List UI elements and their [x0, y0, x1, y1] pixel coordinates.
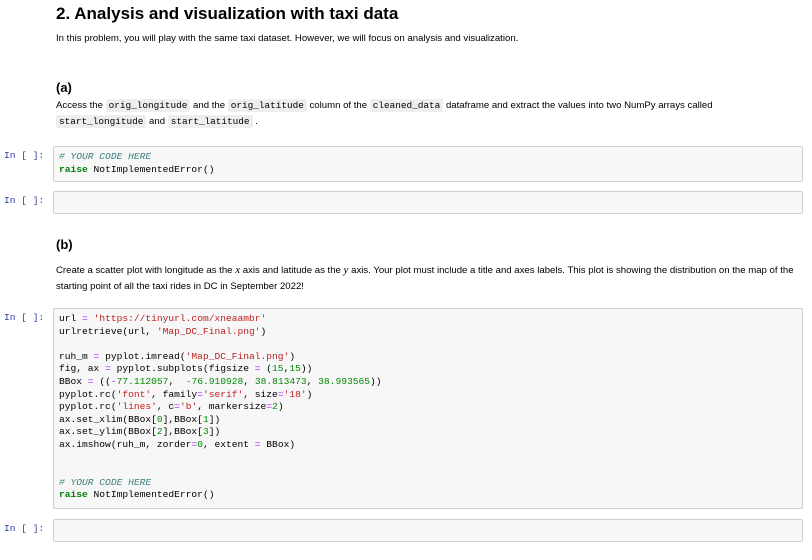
text-segment: and the	[190, 100, 228, 111]
inline-code: start_latitude	[167, 115, 253, 128]
code-token: pyplot.rc(	[59, 401, 117, 413]
inline-code: orig_longitude	[105, 99, 191, 112]
code-token: , family	[151, 388, 198, 400]
code-token: url	[59, 313, 83, 324]
cell-prompt: In [ ]:	[4, 150, 45, 161]
inline-code: orig_latitude	[227, 99, 307, 112]
code-token: '18'	[283, 388, 307, 400]
code-token: ax.set_ylim(BBox[	[59, 426, 157, 438]
code-token: raise	[59, 163, 88, 175]
code-token: 77.112057	[116, 375, 169, 387]
intro-text: In this problem, you will play with the …	[56, 33, 519, 44]
code-token: 'Map_DC_Final.png'	[185, 350, 290, 362]
code-token: 'Map_DC_Final.png'	[156, 325, 261, 337]
code-token: 15	[289, 363, 301, 375]
code-line: raise NotImplementedError()	[59, 489, 797, 502]
code-line: urlretrieve(url, 'Map_DC_Final.png')	[59, 326, 797, 339]
code-token: ))	[300, 363, 313, 375]
code-token: 38.813473	[254, 375, 307, 387]
code-token: )	[260, 325, 267, 337]
text-segment: dataframe and extract the values into tw…	[443, 100, 713, 111]
code-token: , c	[156, 401, 175, 413]
code-token: )	[277, 401, 284, 413]
code-token: ,	[168, 375, 186, 387]
code-token: ],BBox[	[162, 426, 203, 438]
code-editor[interactable]: # YOUR CODE HERE raise NotImplementedErro…	[59, 151, 797, 176]
code-token: NotImplementedError()	[87, 489, 215, 501]
code-editor[interactable]: url = 'https://tinyurl.com/xneaambr' urlr…	[59, 313, 797, 502]
code-token: pyplot.subplots(figsize	[110, 363, 255, 375]
code-token: # YOUR CODE HERE	[59, 476, 152, 488]
code-line: BBox = ((-77.112057, -76.910928, 38.8134…	[59, 376, 797, 389]
code-token: 38.993565	[318, 375, 370, 387]
code-token: raise	[59, 489, 88, 501]
code-token: 76.910928	[191, 375, 244, 387]
code-token: 'https://tinyurl.com/xneaambr'	[93, 313, 267, 324]
part-b-text: Create a scatter plot with longitude as …	[56, 262, 801, 295]
code-token: , size	[243, 388, 278, 400]
code-token: fig, ax	[59, 363, 106, 375]
code-token: ax.imshow(ruh_m, zorder	[59, 438, 192, 450]
code-line: ax.set_xlim(BBox[0],BBox[1])	[59, 414, 797, 427]
code-cell-1[interactable]: # YOUR CODE HERE raise NotImplementedErro…	[53, 146, 803, 182]
code-token: ,	[243, 375, 255, 387]
code-line: ax.set_ylim(BBox[2],BBox[3])	[59, 426, 797, 439]
code-cell-3[interactable]: url = 'https://tinyurl.com/xneaambr' urlr…	[53, 308, 803, 509]
code-token: pyplot.rc(	[59, 388, 117, 400]
code-line: fig, ax = pyplot.subplots(figsize = (15,…	[59, 363, 797, 376]
code-token: )	[306, 388, 313, 400]
code-token: ))	[370, 375, 382, 387]
part-b-heading: (b)	[56, 237, 73, 252]
code-token: ],BBox[	[162, 413, 203, 425]
cell-prompt: In [ ]:	[4, 523, 45, 534]
code-token: urlretrieve(url,	[59, 325, 157, 337]
text-segment: and	[146, 116, 168, 127]
code-line: raise NotImplementedError()	[59, 164, 797, 177]
code-token: ax.set_xlim(BBox[	[59, 413, 157, 425]
code-token: 'font'	[116, 388, 152, 400]
code-token: 'lines'	[116, 401, 157, 413]
code-token: # YOUR CODE HERE	[59, 151, 152, 162]
code-token: 'serif'	[202, 388, 244, 400]
code-token: pyplot.imread(	[99, 350, 186, 362]
code-token: , extent	[202, 438, 255, 450]
code-line: url = 'https://tinyurl.com/xneaambr'	[59, 313, 797, 326]
text-segment: axis and latitude as the	[240, 265, 344, 276]
code-line: ruh_m = pyplot.imread('Map_DC_Final.png'…	[59, 351, 797, 364]
code-cell-4[interactable]	[53, 519, 803, 542]
code-token: (	[260, 363, 273, 375]
code-token: , markersize	[197, 401, 267, 413]
code-token: BBox)	[260, 438, 296, 450]
text-segment: Access the	[56, 100, 106, 111]
code-line: pyplot.rc('lines', c='b', markersize=2)	[59, 401, 797, 414]
code-line: ax.imshow(ruh_m, zorder=0, extent = BBox…	[59, 439, 797, 452]
code-token: ,	[306, 375, 319, 387]
part-a-text: Access the orig_longitude and the orig_l…	[56, 98, 801, 130]
code-cell-2[interactable]	[53, 191, 803, 214]
inline-code: start_longitude	[56, 115, 147, 128]
code-token: NotImplementedError()	[87, 163, 215, 175]
code-token: ruh_m	[59, 350, 94, 362]
code-line: pyplot.rc('font', family='serif', size='…	[59, 389, 797, 402]
code-line: # YOUR CODE HERE	[59, 151, 797, 164]
inline-code: cleaned_data	[369, 99, 444, 112]
text-segment: column of the	[306, 100, 370, 111]
cell-prompt: In [ ]:	[4, 195, 45, 206]
code-token: BBox	[59, 375, 88, 387]
cell-prompt: In [ ]:	[4, 312, 45, 323]
code-token: ])	[208, 413, 221, 425]
code-token: )	[289, 350, 296, 362]
code-token: ])	[208, 426, 221, 438]
text-segment: .	[252, 116, 258, 127]
code-token: 'b'	[179, 401, 198, 413]
part-a-heading: (a)	[56, 80, 72, 95]
notebook-title: 2. Analysis and visualization with taxi …	[56, 4, 399, 23]
code-token: 15	[272, 363, 284, 375]
text-segment: Create a scatter plot with longitude as …	[56, 265, 236, 276]
code-token: ((	[93, 375, 111, 387]
code-line: # YOUR CODE HERE	[59, 477, 797, 490]
